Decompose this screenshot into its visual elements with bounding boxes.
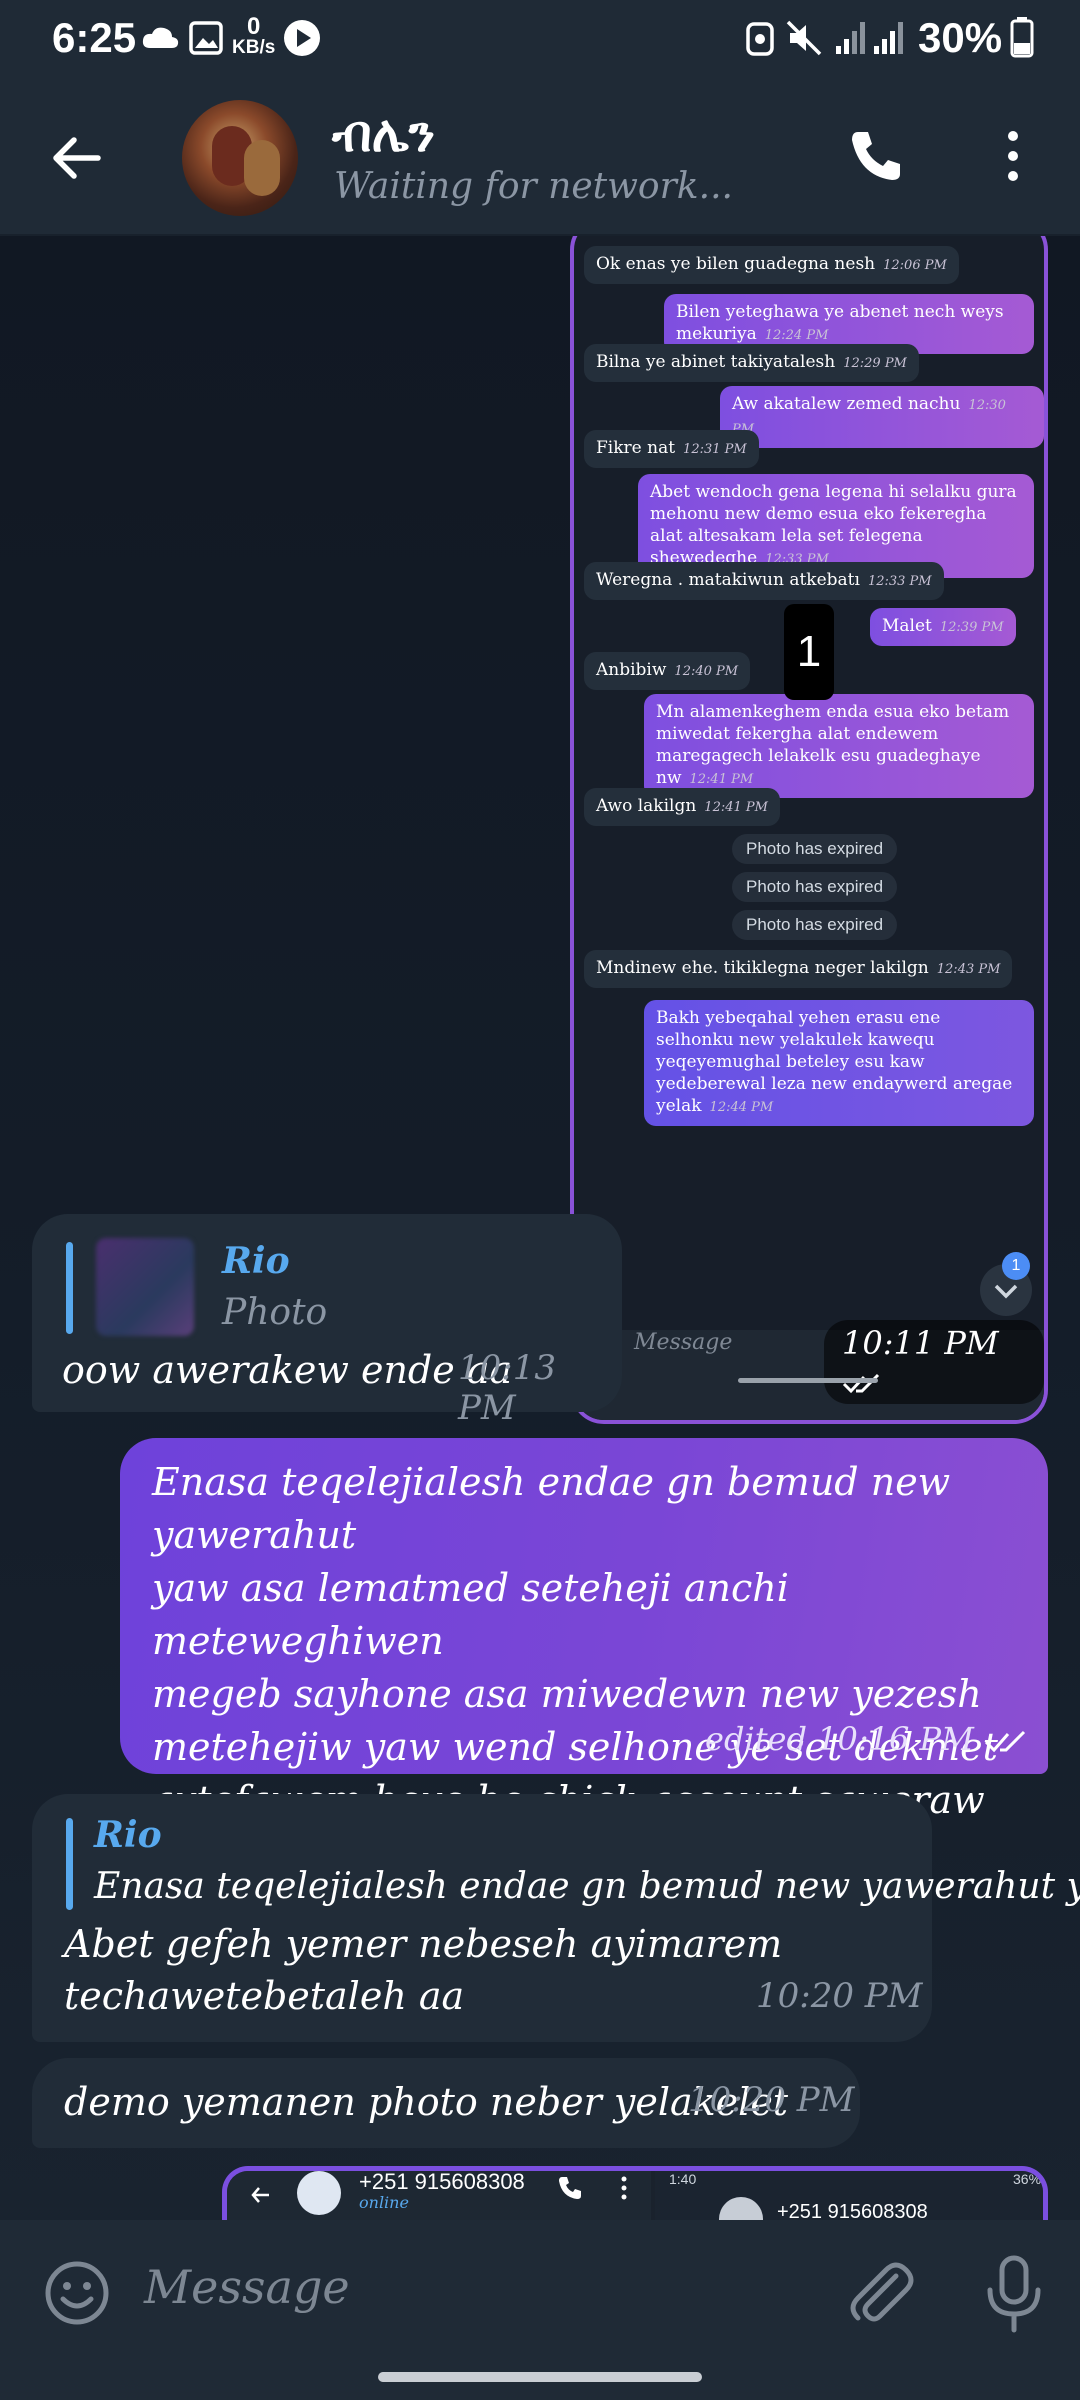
list-item: Weregna . matakiwun atkebatı 12:33 PM — [584, 562, 944, 600]
mute-icon — [786, 20, 822, 56]
list-item: Bilna ye abinet takiyatalesh 12:29 PM — [584, 344, 919, 382]
unread-badge: 1 — [1002, 1252, 1030, 1280]
more-menu-icon[interactable] — [998, 128, 1028, 184]
reply-name: Rio — [94, 1814, 162, 1856]
outgoing-message[interactable]: Enasa teqelejialesh endae gn bemud new y… — [120, 1438, 1048, 1875]
list-item: Mn alamenkeghem enda esua eko betam miwe… — [644, 694, 1034, 798]
more-menu-icon — [621, 2176, 627, 2200]
microphone-icon[interactable] — [982, 2254, 1046, 2334]
reply-snippet: Photo — [222, 1292, 328, 1333]
incoming-message[interactable]: demo yemanen photo neber yelakelet 10:20… — [32, 2058, 860, 2148]
list-item: Fikre nat 12:31 PM — [584, 430, 759, 468]
list-item: Bakh yebeqahal yehen erasu ene selhonku … — [644, 1000, 1034, 1126]
phone-icon[interactable] — [848, 128, 904, 184]
list-item: Mndinew ehe. tikiklegna neger lakilgn 12:… — [584, 950, 1013, 988]
reply-name: Rio — [222, 1240, 290, 1282]
incoming-message[interactable]: Rio Enasa teqelejialesh endae gn bemud n… — [32, 1794, 1080, 2042]
back-arrow-icon — [251, 2187, 269, 2203]
message-input[interactable]: Message — [144, 2260, 350, 2314]
incoming-message[interactable]: Rio Photo oow awerakew ende aa 10:13 PM — [32, 1214, 622, 1428]
list-item: Awo lakilgn 12:41 PM — [584, 788, 780, 826]
preview-battery: 36% — [1013, 2171, 1042, 2187]
reply-bar — [66, 1818, 73, 1910]
battery-icon — [1010, 17, 1034, 58]
reply-snippet: Enasa teqelejialesh endae gn bemud new y… — [94, 1866, 1080, 1907]
message-text: oow awerakew ende aa — [62, 1348, 513, 1392]
home-indicator — [738, 1378, 878, 1383]
expired-photo-notice: Photo has expired — [732, 834, 898, 864]
network-speed: 0 KB/s — [232, 13, 276, 58]
status-time: 6:25 — [52, 14, 137, 61]
message-text: demo yemanen photo neber yelakelet — [64, 2080, 789, 2124]
message-text: Abet gefeh yemer nebeseh ayimarem techaw… — [64, 1922, 783, 2018]
play-icon — [284, 20, 320, 56]
list-item: Malet 12:39 PM — [870, 608, 1016, 646]
contact-number: +251 915608308 — [359, 2169, 525, 2194]
gesture-nav-bar[interactable] — [378, 2372, 702, 2382]
screenshot-input-placeholder: Message — [634, 1330, 733, 1355]
data-saver-icon — [746, 22, 774, 56]
list-item: Aw akatalew zemed nachu12:30 PM — [720, 386, 1044, 448]
double-check-icon — [984, 1730, 1026, 1752]
preview-left-pane: +251 915608308 online — [227, 2171, 651, 2220]
signal-icon-1 — [836, 22, 865, 54]
expired-photo-notice: Photo has expired — [732, 872, 898, 902]
edited-label: edited — [705, 1720, 807, 1758]
message-list[interactable]: Ok enas ye bilen guadegna nesh 12:06 PM B… — [0, 236, 1080, 2220]
cloud-icon — [142, 27, 179, 48]
avatar[interactable] — [182, 100, 298, 216]
preview-status-time: 1:40 — [669, 2171, 697, 2187]
chat-title[interactable]: ብሌን — [332, 104, 435, 164]
avatar — [297, 2171, 341, 2215]
expired-photo-notice: Photo has expired — [732, 910, 898, 940]
emoji-icon[interactable] — [42, 2258, 112, 2328]
contact-number: +251 915608308 — [777, 2201, 928, 2220]
message-time: 10:11 PM — [824, 1320, 1044, 1404]
image-icon — [189, 21, 223, 55]
message-time: 10:13 PM — [458, 1348, 556, 1428]
preview-right-pane: 1:40 36% +251 915608308 — [655, 2171, 1043, 2220]
message-meta: edited 10:16 PM — [705, 1720, 1030, 1758]
message-time: 10:20 PM — [756, 1976, 923, 2016]
back-arrow-icon[interactable] — [48, 130, 104, 186]
phone-icon — [559, 2177, 581, 2199]
avatar — [719, 2197, 763, 2220]
signal-icon-2 — [874, 22, 903, 54]
connection-status: Waiting for network... — [334, 166, 733, 207]
image-message-preview[interactable]: +251 915608308 online 1:40 36% +251 9156… — [222, 2166, 1048, 2220]
page-badge: 1 — [784, 604, 834, 700]
attach-icon[interactable] — [846, 2256, 914, 2332]
chat-header — [0, 80, 1080, 236]
contact-status: online — [359, 2193, 409, 2212]
reply-thumbnail[interactable] — [96, 1238, 194, 1336]
double-check-icon — [842, 1373, 880, 1393]
message-time: 10:16 PM — [817, 1720, 974, 1758]
screenshot-image-message[interactable]: Ok enas ye bilen guadegna nesh 12:06 PM B… — [570, 236, 1048, 1424]
list-item: Anbibiw 12:40 PM — [584, 652, 751, 690]
reply-bar — [66, 1242, 73, 1334]
list-item: Ok enas ye bilen guadegna nesh 12:06 PM — [584, 246, 959, 284]
battery-percent: 30% — [918, 14, 1003, 61]
message-time: 10:20 PM — [688, 2080, 855, 2120]
